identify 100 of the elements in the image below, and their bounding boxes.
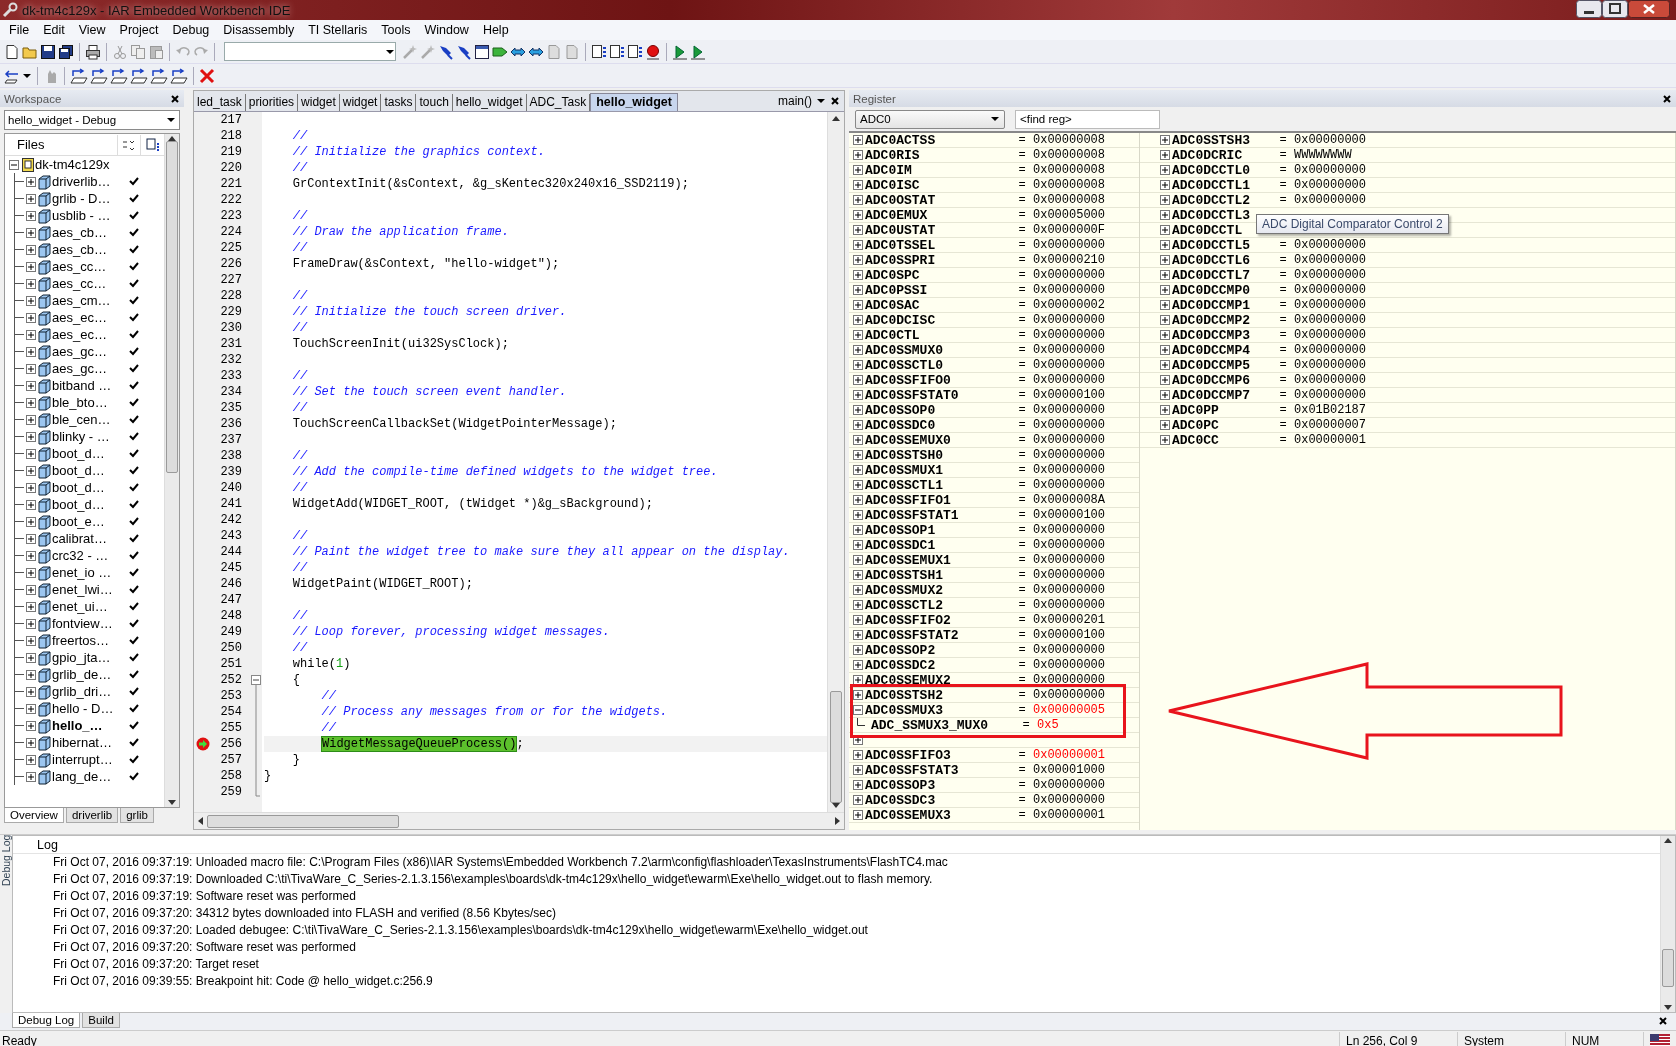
options-icon[interactable] bbox=[121, 138, 136, 151]
expand-icon[interactable] bbox=[853, 525, 863, 535]
step-icon[interactable] bbox=[70, 67, 88, 84]
list-icon[interactable] bbox=[627, 43, 643, 60]
file-tab[interactable]: tasks bbox=[381, 94, 417, 111]
menu-item[interactable]: Edit bbox=[36, 21, 72, 39]
expand-icon[interactable] bbox=[853, 600, 863, 610]
expand-icon[interactable] bbox=[853, 555, 863, 565]
expand-icon[interactable] bbox=[26, 397, 36, 408]
tree-item[interactable]: gpio_jta… bbox=[52, 650, 122, 665]
expand-icon[interactable] bbox=[26, 312, 36, 323]
scroll-right-icon[interactable] bbox=[835, 817, 840, 825]
expand-icon[interactable] bbox=[26, 567, 36, 578]
expand-icon[interactable] bbox=[26, 380, 36, 391]
expand-icon[interactable] bbox=[853, 735, 863, 745]
expand-icon[interactable] bbox=[1160, 315, 1170, 325]
expand-icon[interactable] bbox=[26, 499, 36, 510]
expand-icon[interactable] bbox=[26, 720, 36, 731]
file-tab[interactable]: led_task bbox=[194, 94, 246, 111]
tree-item[interactable]: ble_bto… bbox=[52, 395, 122, 410]
tree-item[interactable]: aes_ec… bbox=[52, 327, 122, 342]
expand-icon[interactable] bbox=[26, 550, 36, 561]
expand-icon[interactable] bbox=[26, 176, 36, 187]
expand-icon[interactable] bbox=[26, 329, 36, 340]
tree-item[interactable]: boot_d… bbox=[52, 497, 122, 512]
expand-icon[interactable] bbox=[853, 795, 863, 805]
caret-icon[interactable] bbox=[816, 96, 826, 106]
scroll-thumb[interactable] bbox=[1662, 949, 1674, 987]
menu-item[interactable]: Disassembly bbox=[216, 21, 302, 39]
tree-item[interactable]: aes_gc… bbox=[52, 361, 122, 376]
tree-item[interactable]: grlib - D… bbox=[52, 191, 122, 206]
menu-item[interactable]: Tools bbox=[374, 21, 418, 39]
tree-item[interactable]: grlib_dri… bbox=[52, 684, 122, 699]
expand-icon[interactable] bbox=[26, 737, 36, 748]
tree-item[interactable]: ble_cen… bbox=[52, 412, 122, 427]
printer-icon[interactable] bbox=[85, 43, 101, 60]
record-icon[interactable] bbox=[645, 43, 661, 60]
expand-icon[interactable] bbox=[853, 195, 863, 205]
expand-icon[interactable] bbox=[853, 255, 863, 265]
step-icon[interactable] bbox=[110, 67, 128, 84]
file-tab[interactable]: widget bbox=[339, 94, 382, 111]
expand-icon[interactable] bbox=[853, 300, 863, 310]
expand-icon[interactable] bbox=[853, 315, 863, 325]
file-tab[interactable]: priorities bbox=[245, 94, 299, 111]
tree-item[interactable]: aes_cm… bbox=[52, 293, 122, 308]
expand-icon[interactable] bbox=[853, 690, 863, 700]
tree-item[interactable]: hibernat… bbox=[52, 735, 122, 750]
expand-icon[interactable] bbox=[26, 193, 36, 204]
expand-icon[interactable] bbox=[853, 225, 863, 235]
collapse-icon[interactable] bbox=[9, 159, 19, 170]
scroll-left-icon[interactable] bbox=[198, 817, 203, 825]
maximize-button[interactable] bbox=[1602, 0, 1628, 18]
tree-item[interactable]: enet_ui… bbox=[52, 599, 122, 614]
menu-item[interactable]: Project bbox=[112, 21, 166, 39]
register-group-dropdown[interactable]: ADC0 bbox=[855, 109, 1005, 129]
expand-icon[interactable] bbox=[26, 414, 36, 425]
expand-icon[interactable] bbox=[853, 570, 863, 580]
close-button[interactable] bbox=[1628, 0, 1670, 18]
menu-item[interactable]: View bbox=[71, 21, 113, 39]
scroll-thumb[interactable] bbox=[207, 814, 399, 828]
expand-icon[interactable] bbox=[1160, 330, 1170, 340]
expand-icon[interactable] bbox=[1160, 150, 1170, 160]
tree-item[interactable]: interrupt… bbox=[52, 752, 122, 767]
step-icon[interactable] bbox=[130, 67, 148, 84]
expand-icon[interactable] bbox=[26, 635, 36, 646]
expand-icon[interactable] bbox=[1160, 420, 1170, 430]
tree-item[interactable]: blinky - … bbox=[52, 429, 122, 444]
expand-icon[interactable] bbox=[1160, 195, 1170, 205]
expand-icon[interactable] bbox=[853, 285, 863, 295]
expand-icon[interactable] bbox=[26, 482, 36, 493]
function-dropdown[interactable]: main() bbox=[778, 94, 812, 108]
expand-icon[interactable] bbox=[853, 150, 863, 160]
expand-icon[interactable] bbox=[853, 345, 863, 355]
expand-icon[interactable] bbox=[853, 435, 863, 445]
expand-icon[interactable] bbox=[1160, 375, 1170, 385]
expand-icon[interactable] bbox=[1160, 390, 1170, 400]
tree-item[interactable]: boot_d… bbox=[52, 480, 122, 495]
tab[interactable]: Build bbox=[82, 1013, 120, 1028]
expand-icon[interactable] bbox=[1160, 360, 1170, 370]
tree-item[interactable]: calibrat… bbox=[52, 531, 122, 546]
expand-icon[interactable] bbox=[853, 810, 863, 820]
expand-icon[interactable] bbox=[853, 135, 863, 145]
expand-icon[interactable] bbox=[1160, 165, 1170, 175]
save-icon[interactable] bbox=[40, 43, 56, 60]
expand-icon[interactable] bbox=[26, 346, 36, 357]
find-register-field[interactable]: <find reg> bbox=[1015, 109, 1160, 129]
tab[interactable]: Debug Log bbox=[12, 1013, 81, 1028]
pin-icon[interactable] bbox=[456, 43, 472, 60]
tab[interactable]: Overview bbox=[4, 808, 64, 823]
expand-icon[interactable] bbox=[853, 240, 863, 250]
close-icon[interactable] bbox=[1662, 93, 1672, 104]
expand-icon[interactable] bbox=[26, 244, 36, 255]
tree-item[interactable]: crc32 - … bbox=[52, 548, 122, 563]
expand-icon[interactable] bbox=[1160, 180, 1170, 190]
menu-item[interactable]: Window bbox=[417, 21, 476, 39]
expand-icon[interactable] bbox=[1160, 240, 1170, 250]
expand-icon[interactable] bbox=[1160, 405, 1170, 415]
expand-icon[interactable] bbox=[853, 615, 863, 625]
scroll-down-icon[interactable] bbox=[1664, 1005, 1672, 1010]
play-icon[interactable] bbox=[672, 43, 688, 60]
